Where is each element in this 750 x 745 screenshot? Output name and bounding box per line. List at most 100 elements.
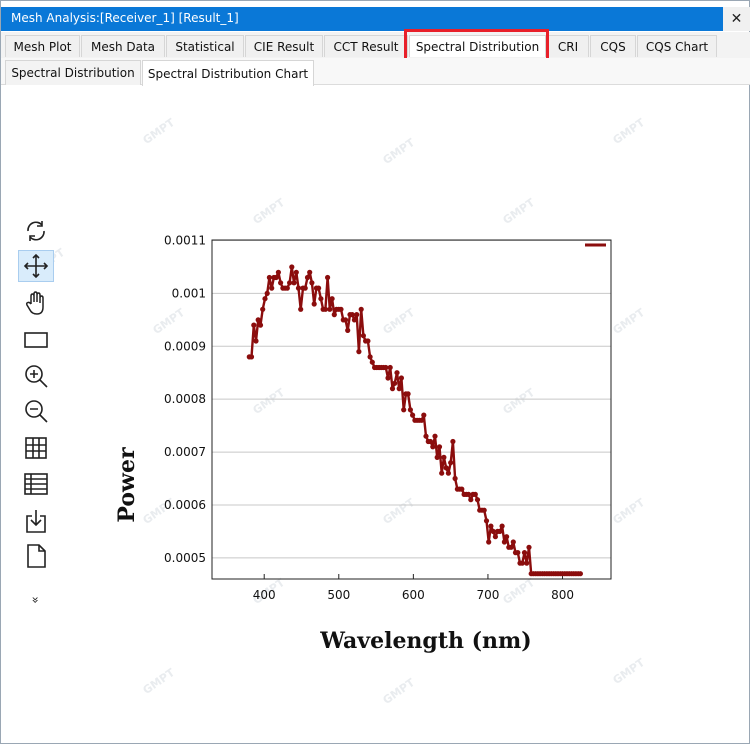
data-point [439, 470, 445, 476]
data-point [295, 285, 302, 291]
data-point [432, 433, 438, 439]
data-point [419, 417, 425, 423]
mesh-analysis-window: Mesh Analysis:[Receiver_1] [Result_1] ✕ … [0, 0, 750, 744]
tab-mesh-plot[interactable]: Mesh Plot [5, 35, 80, 57]
tab-cqs[interactable]: CQS [590, 35, 636, 57]
tab-cri[interactable]: CRI [547, 35, 589, 57]
data-point [302, 285, 308, 291]
tab-label: Spectral Distribution [11, 66, 135, 80]
tab-spectral-distribution-table[interactable]: Spectral Distribution [5, 60, 141, 85]
data-point [459, 486, 465, 492]
data-point [338, 306, 344, 312]
data-point [445, 470, 451, 476]
tab-spectral-distribution-chart[interactable]: Spectral Distribution Chart [142, 60, 314, 86]
x-tick-label: 500 [327, 588, 350, 602]
tab-label: Statistical [175, 39, 235, 54]
tab-label: CQS [600, 39, 626, 54]
data-point [407, 407, 413, 413]
data-point [358, 306, 364, 312]
data-point [510, 539, 516, 545]
data-point [284, 285, 290, 291]
data-point [398, 375, 404, 381]
data-point [257, 322, 264, 328]
data-point [304, 274, 311, 281]
close-icon: ✕ [730, 11, 743, 27]
data-point [365, 338, 371, 344]
tab-spectral-distribution[interactable]: Spectral Distribution [409, 35, 546, 57]
data-point [497, 528, 503, 534]
data-point [342, 317, 349, 323]
data-point [329, 296, 335, 302]
data-point [526, 544, 532, 550]
tab-mesh-data[interactable]: Mesh Data [81, 35, 165, 57]
data-point [331, 312, 337, 318]
title-bar: Mesh Analysis:[Receiver_1] [Result_1] [1, 7, 723, 31]
data-point [396, 386, 402, 392]
data-point [262, 296, 268, 302]
x-tick-label: 800 [551, 588, 574, 602]
data-point [427, 438, 434, 445]
data-point [481, 507, 487, 513]
data-point [508, 544, 514, 550]
data-point [501, 539, 507, 545]
data-point [255, 317, 261, 323]
data-point [307, 269, 313, 275]
data-point [430, 444, 436, 450]
data-point [504, 534, 510, 540]
tab-cct-result[interactable]: CCT Result [324, 35, 408, 57]
data-point [275, 269, 281, 275]
data-point [349, 312, 355, 318]
data-point [260, 306, 266, 312]
x-tick-label: 700 [476, 588, 499, 602]
tab-cie-result[interactable]: CIE Result [245, 35, 323, 57]
data-point [351, 317, 357, 323]
data-point [253, 338, 259, 344]
window-title: Mesh Analysis:[Receiver_1] [Result_1] [11, 11, 239, 25]
data-point [452, 475, 458, 482]
data-point [436, 444, 443, 450]
data-point [298, 306, 304, 312]
y-axis-ticks: 0.0005 0.0006 0.0007 0.0008 0.0009 0.001 0.001… [164, 234, 206, 565]
y-tick-label: 0.0011 [164, 234, 206, 248]
y-tick-label: 0.0005 [164, 551, 206, 565]
close-button[interactable]: ✕ [723, 7, 750, 31]
x-axis-label: Wavelength (nm) [319, 628, 531, 654]
data-point [492, 534, 498, 540]
data-point [392, 380, 398, 386]
data-point [309, 280, 315, 286]
chart-panel: GMPT GMPT GMPT GMPT GMPT GMPT GMPT GMPT GMPT GMPT… [1, 85, 750, 745]
data-point [483, 518, 490, 524]
data-point [369, 359, 375, 365]
tab-statistical[interactable]: Statistical [166, 35, 244, 57]
data-point [577, 571, 584, 577]
data-point [356, 349, 362, 355]
data-point [291, 280, 297, 286]
data-point [405, 391, 411, 397]
primary-tab-bar: Mesh Plot Mesh Data Statistical CIE Resu… [1, 32, 750, 59]
y-tick-label: 0.001 [172, 286, 206, 300]
data-point [269, 285, 275, 291]
data-point [318, 296, 324, 302]
data-point [450, 438, 456, 445]
data-point [474, 497, 481, 503]
data-point [289, 264, 295, 270]
data-point [524, 560, 530, 566]
data-point [468, 497, 474, 503]
data-point [434, 454, 440, 460]
data-point [515, 550, 521, 556]
data-point [273, 274, 279, 281]
tab-cqs-chart[interactable]: CQS Chart [637, 35, 717, 57]
data-point [443, 465, 449, 471]
tab-label: CIE Result [253, 39, 315, 54]
data-point [354, 312, 360, 318]
tab-label: CCT Result [333, 39, 399, 54]
spectral-distribution-chart: 0.0005 0.0006 0.0007 0.0008 0.0009 0.001 0.001… [114, 234, 612, 654]
data-point [385, 375, 391, 381]
tab-label: CRI [557, 39, 579, 54]
data-point [360, 333, 366, 339]
tab-label: CQS Chart [645, 39, 709, 54]
data-point [345, 327, 351, 333]
data-point [311, 301, 317, 307]
tab-label: Mesh Data [90, 39, 156, 54]
data-point [441, 454, 447, 460]
